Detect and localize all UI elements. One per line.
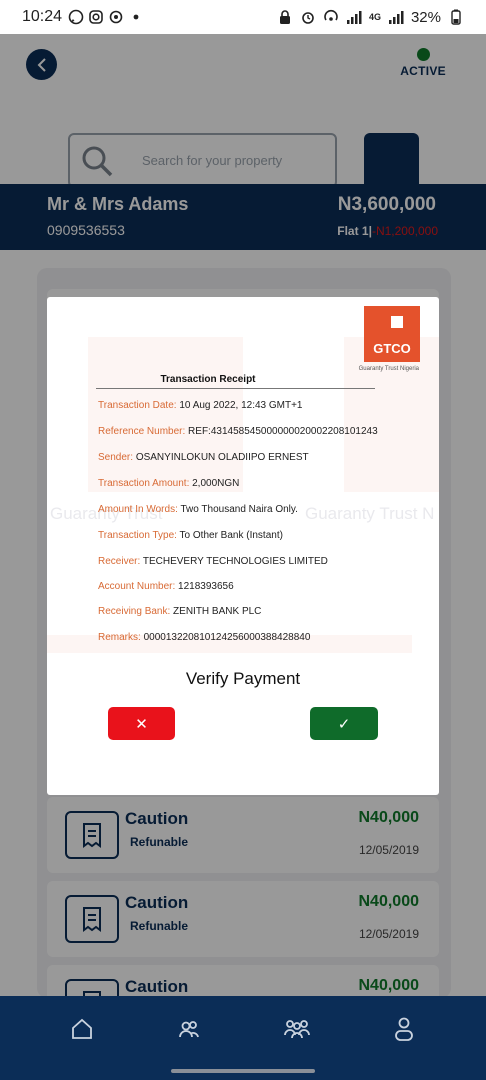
signal-icon [346,11,362,24]
receipt-label: Amount In Words: [98,504,178,515]
verify-payment-dialog: Guaranty Trust Guaranty Trust N GTCO Gua… [47,297,439,795]
receipt-value: 2,000NGN [192,478,240,489]
receipt-label: Remarks: [98,632,141,643]
receipt-row: Receiver: TECHEVERY TECHNOLOGIES LIMITED [98,556,328,567]
receipt-row: Reference Number: REF:431458545000000020… [98,426,378,437]
receipt-row: Receiving Bank: ZENITH BANK PLC [98,606,261,617]
receipt-row: Transaction Type: To Other Bank (Instant… [98,530,283,541]
profile-icon [395,1017,414,1041]
receipt-row: Sender: OSANYINLOKUN OLADIIPO ERNEST [98,452,309,463]
hotspot-icon [324,9,338,21]
receipt-value: To Other Bank (Instant) [179,530,283,541]
instagram-icon [89,10,103,24]
system-home-bar [0,1062,486,1080]
receipt-value: REF:431458545000000020002208101243 [188,426,378,437]
receipt-title: Transaction Receipt [160,374,256,385]
status-time: 10:24 [22,8,63,25]
nav-users[interactable] [174,1014,204,1044]
watermark-logo [88,337,243,492]
receipt-label: Transaction Type: [98,530,177,541]
receipt-value: 10 Aug 2022, 12:43 GMT+1 [179,400,303,411]
settings-badge-icon [109,10,123,24]
receipt-label: Sender: [98,452,134,463]
receipt-value: 1218393656 [178,581,234,592]
receipt-label: Account Number: [98,581,176,592]
check-icon: ✓ [337,715,351,733]
bottom-nav [0,996,486,1062]
group-icon [283,1020,310,1039]
receipt-divider [96,388,375,389]
receipt-label: Transaction Amount: [98,478,190,489]
status-bar: 10:24 4G 32% [0,0,486,34]
home-indicator[interactable] [171,1069,315,1073]
approve-payment-button[interactable]: ✓ [310,707,378,740]
dialog-title: Verify Payment [185,669,301,688]
receipt-value: TECHEVERY TECHNOLOGIES LIMITED [142,556,328,567]
receipt-value: OSANYINLOKUN OLADIIPO ERNEST [135,452,309,463]
receipt-row: Remarks: 000013220810124256000388428840 [98,632,310,643]
gtco-logo-text: GTCO [373,341,411,356]
gtco-logo: GTCO [364,306,420,362]
gtco-logo-mark [391,316,403,328]
receipt-value: ZENITH BANK PLC [173,606,262,617]
nav-profile[interactable] [389,1014,419,1044]
receipt-row: Amount In Words: Two Thousand Naira Only… [98,504,298,515]
users-icon [179,1021,200,1038]
battery-icon [451,9,461,25]
receipt-row: Transaction Date: 10 Aug 2022, 12:43 GMT… [98,400,303,411]
nav-home[interactable] [67,1014,97,1044]
lock-icon [279,10,290,24]
receipt-label: Reference Number: [98,426,186,437]
battery-percent: 32% [410,8,441,26]
alarm-icon [302,12,314,24]
whatsapp-icon [68,9,84,25]
signal-icon-2 [388,11,404,24]
receipt-value: 000013220810124256000388428840 [143,632,311,643]
receipt-row: Account Number: 1218393656 [98,581,234,592]
watermark-text-2: Guaranty Trust N [305,504,435,523]
receipt-row: Transaction Amount: 2,000NGN [98,478,239,489]
receipt-label: Receiving Bank: [98,606,171,617]
network-type: 4G [368,12,381,22]
dot-icon [133,14,139,20]
home-icon [71,1018,92,1039]
receipt-label: Transaction Date: [98,400,177,411]
receipt-value: Two Thousand Naira Only. [180,504,298,515]
close-icon: ✕ [135,715,148,733]
reject-payment-button[interactable]: ✕ [108,707,175,740]
nav-group[interactable] [282,1014,312,1044]
gtco-tagline: Guaranty Trust Nigeria [358,366,419,372]
receipt-label: Receiver: [98,556,141,567]
